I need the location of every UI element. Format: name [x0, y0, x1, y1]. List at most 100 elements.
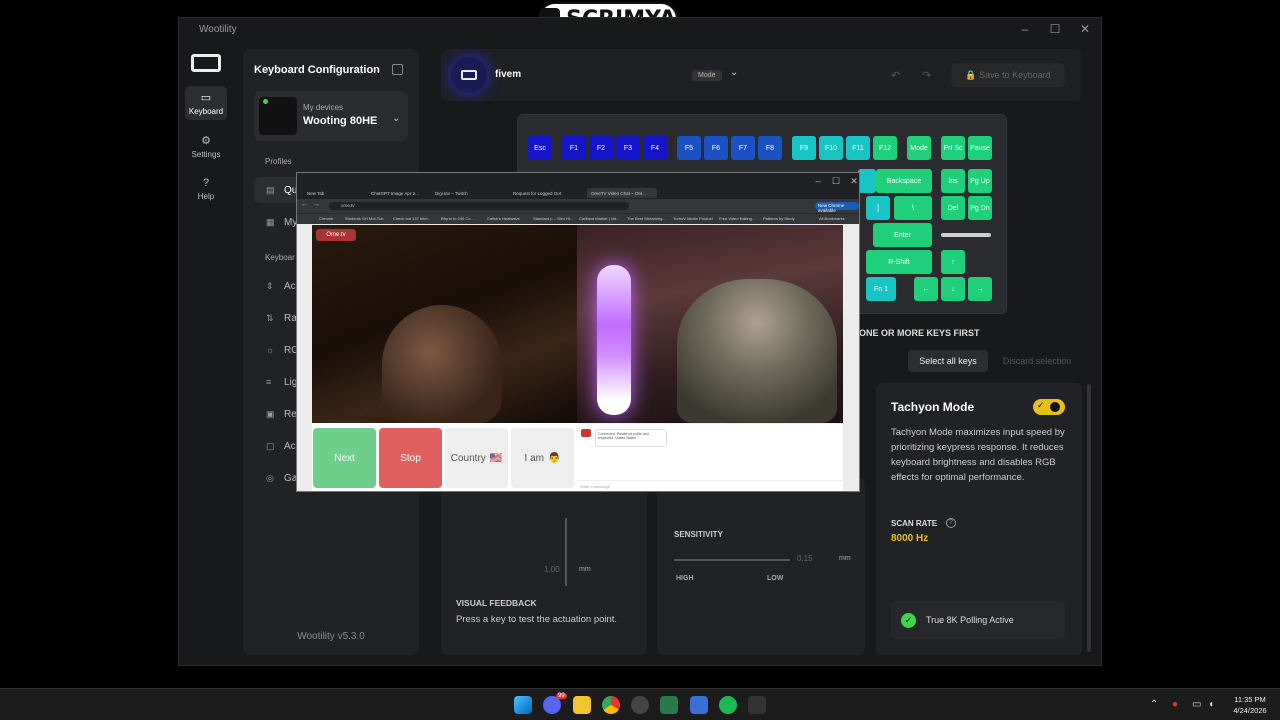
clock[interactable]: 11:35 PM 4/24/2026 — [1224, 694, 1276, 716]
chevron-up-icon[interactable]: ⌃ — [1150, 699, 1158, 710]
file-explorer-icon[interactable] — [573, 696, 591, 714]
key-right[interactable]: → — [968, 277, 992, 301]
spotify-icon[interactable] — [719, 696, 737, 714]
key-prtsc[interactable]: Prt Sc — [941, 136, 965, 160]
browser-tab[interactable]: Request for Logged Out — [509, 188, 571, 198]
key-pause[interactable]: Pause — [968, 136, 992, 160]
info-icon[interactable]: ? — [946, 518, 956, 528]
key-ins[interactable]: Ins — [941, 169, 965, 193]
key-f11[interactable]: F11 — [846, 136, 870, 160]
mode-selector[interactable]: Mode — [692, 70, 722, 81]
address-bar[interactable]: ome.tv — [329, 202, 629, 210]
excel-icon[interactable] — [660, 696, 678, 714]
sensitivity-value[interactable]: 0.15 — [797, 554, 813, 563]
key-bracket[interactable]: ] — [866, 196, 890, 220]
bookmark[interactable]: All Bookmarks — [819, 216, 845, 221]
undo-icon[interactable]: ↶ — [891, 69, 900, 82]
obs-icon[interactable] — [631, 696, 649, 714]
bookmark[interactable]: Check out 137 Intel... — [393, 216, 431, 221]
device-selector[interactable]: My devices Wooting 80HE ⌄ — [254, 91, 408, 141]
volume-icon[interactable]: ◖ — [1208, 699, 1214, 710]
redo-icon[interactable]: ↷ — [922, 69, 931, 82]
bookmark[interactable]: TurboV Medio Product — [673, 216, 713, 221]
key-backspace[interactable]: Backspace — [876, 169, 932, 193]
select-all-button[interactable]: Select all keys — [908, 350, 988, 372]
bookmark[interactable]: Standard p – Slim Ht... — [533, 216, 573, 221]
polling-status: ✓ True 8K Polling Active — [891, 601, 1065, 639]
chat-message: Connected. Please be polite and respectf… — [595, 429, 667, 447]
key-f7[interactable]: F7 — [731, 136, 755, 160]
bookmark[interactable]: Chrome — [319, 216, 333, 221]
bookmark[interactable]: Free Video Editing... — [719, 216, 755, 221]
key-f5[interactable]: F5 — [677, 136, 701, 160]
tachyon-toggle[interactable]: ✓ — [1033, 399, 1065, 415]
visual-feedback-title: VISUAL FEEDBACK — [456, 598, 537, 608]
key-mode[interactable]: Mode — [907, 136, 931, 160]
discard-selection-button[interactable]: Discard selection — [995, 350, 1079, 372]
chrome-icon[interactable] — [602, 696, 620, 714]
key-esc[interactable]: Esc — [528, 136, 552, 160]
chevron-down-icon[interactable]: ⌄ — [730, 67, 738, 78]
microphone-icon[interactable]: ● — [1172, 699, 1178, 710]
maximize-button[interactable]: ☐ — [1040, 18, 1070, 40]
key-rshift[interactable]: R-Shift — [866, 250, 932, 274]
bookmark[interactable]: Cartland Market | 1ld... — [579, 216, 619, 221]
country-button[interactable]: Country 🇺🇸 — [445, 428, 508, 488]
bookmark[interactable]: The Best Streaming... — [627, 216, 666, 221]
key-f4[interactable]: F4 — [643, 136, 667, 160]
key-f1[interactable]: F1 — [562, 136, 586, 160]
browser-tab[interactable]: ChatGPT Image Apr 2... — [367, 188, 429, 198]
key-pgup[interactable]: Pg Up — [968, 169, 992, 193]
maximize-button[interactable]: ☐ — [827, 174, 845, 188]
bookmark[interactable]: Bhp'in to 240 Co... — [441, 216, 474, 221]
collapse-sidebar-icon[interactable] — [392, 64, 403, 75]
key-pgdn[interactable]: Pg Dn — [968, 196, 992, 220]
browser-tab-active[interactable]: OmeTV Video Chat – Onl... — [587, 188, 657, 198]
app-icon[interactable] — [690, 696, 708, 714]
nav-help[interactable]: ? Help — [185, 172, 227, 206]
profile-name[interactable]: fivem — [495, 69, 521, 80]
actuation-value[interactable]: 1.00 — [544, 565, 560, 574]
key-f9[interactable]: F9 — [792, 136, 816, 160]
key-del[interactable]: Del — [941, 196, 965, 220]
network-icon[interactable]: ▭ — [1192, 699, 1201, 710]
chat-input[interactable]: Write a message — [577, 480, 843, 492]
back-icon[interactable]: ← — [301, 201, 308, 208]
key-f3[interactable]: F3 — [616, 136, 640, 160]
scrollbar[interactable] — [1087, 384, 1091, 652]
close-button[interactable]: ✕ — [845, 174, 863, 188]
minimize-button[interactable]: – — [809, 174, 827, 188]
wootility-icon[interactable] — [748, 696, 766, 714]
key-f12[interactable]: F12 — [873, 136, 897, 160]
key-f6[interactable]: F6 — [704, 136, 728, 160]
nav-settings[interactable]: ⚙ Settings — [185, 129, 227, 163]
sensitivity-slider[interactable] — [674, 559, 790, 561]
key-f10[interactable]: F10 — [819, 136, 843, 160]
gender-button[interactable]: I am 👨 — [511, 428, 574, 488]
close-button[interactable]: ✕ — [1070, 18, 1100, 40]
key-f8[interactable]: F8 — [758, 136, 782, 160]
key-left[interactable]: ← — [914, 277, 938, 301]
key-up[interactable]: ↑ — [941, 250, 965, 274]
key-fn[interactable]: Fn 1 — [866, 277, 896, 301]
save-to-keyboard-button[interactable]: 🔒 Save to Keyboard — [951, 63, 1065, 87]
stop-button[interactable]: Stop — [379, 428, 442, 488]
key-down[interactable]: ↓ — [941, 277, 965, 301]
bookmark[interactable]: Students GH Mol-Tub — [345, 216, 384, 221]
key-enter[interactable]: Enter — [873, 223, 932, 247]
start-icon[interactable] — [514, 696, 532, 714]
bookmark[interactable]: Patterns by Study — [763, 216, 795, 221]
nav-keyboard[interactable]: ▭ Keyboard — [185, 86, 227, 120]
browser-tab[interactable]: New Tab — [303, 188, 365, 198]
forward-icon[interactable]: → — [313, 201, 320, 208]
key-backslash[interactable]: \ — [894, 196, 932, 220]
bookmark[interactable]: Callsh's Heatwave — [487, 216, 520, 221]
minimize-button[interactable]: – — [1010, 18, 1040, 40]
profile-avatar — [451, 57, 487, 93]
local-camera-feed — [382, 305, 502, 423]
key-f2[interactable]: F2 — [589, 136, 613, 160]
actuation-slider[interactable] — [565, 518, 567, 586]
browser-tab[interactable]: Digi.tav – Twitch — [431, 188, 493, 198]
next-button[interactable]: Next — [313, 428, 376, 488]
update-chrome-button[interactable]: New Chrome available — [815, 202, 859, 213]
